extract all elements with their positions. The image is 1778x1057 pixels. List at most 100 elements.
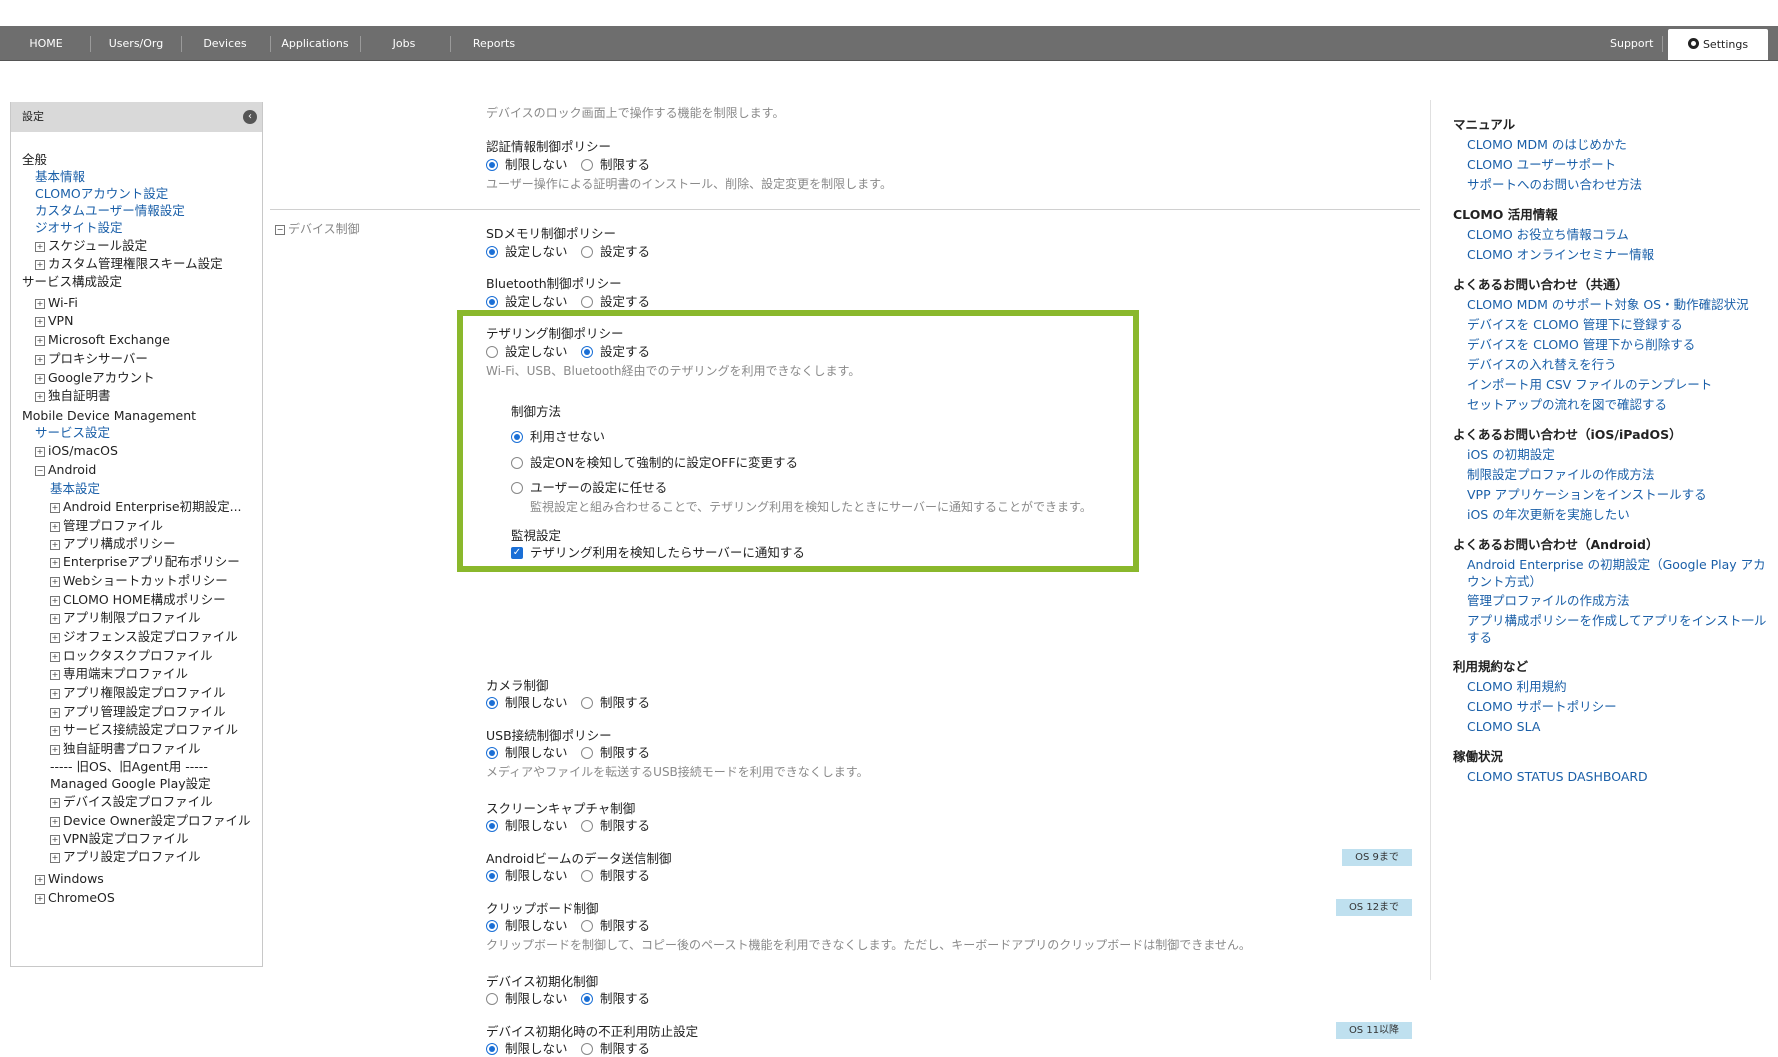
sidebar-item[interactable]: カスタムユーザー情報設定 xyxy=(35,202,185,219)
radio-on[interactable] xyxy=(581,820,593,832)
sidebar-item[interactable]: Mobile Device Management xyxy=(22,407,196,424)
radio-off[interactable] xyxy=(486,159,498,171)
collapse-minus-icon[interactable]: − xyxy=(275,225,285,235)
sidebar-item[interactable]: ジオサイト設定 xyxy=(35,219,123,236)
radio-off[interactable] xyxy=(486,296,498,308)
expand-plus-icon[interactable]: + xyxy=(50,614,60,624)
radio-on[interactable] xyxy=(581,1043,593,1055)
expand-plus-icon[interactable]: + xyxy=(50,798,60,808)
nav-home[interactable]: HOME xyxy=(16,26,76,60)
expand-plus-icon[interactable]: + xyxy=(50,726,60,736)
sidebar-item[interactable]: + アプリ制限プロファイル xyxy=(50,609,201,626)
expand-plus-icon[interactable]: + xyxy=(50,522,60,532)
expand-plus-icon[interactable]: + xyxy=(35,260,45,270)
radio-on[interactable] xyxy=(581,870,593,882)
expand-plus-icon[interactable]: + xyxy=(35,317,45,327)
sidebar-item[interactable]: − Android xyxy=(35,461,96,478)
expand-plus-icon[interactable]: + xyxy=(50,596,60,606)
sidebar-item[interactable]: + iOS/macOS xyxy=(35,442,118,459)
radio-on[interactable] xyxy=(581,159,593,171)
radio-off[interactable] xyxy=(486,820,498,832)
expand-plus-icon[interactable]: + xyxy=(50,558,60,568)
expand-plus-icon[interactable]: + xyxy=(50,817,60,827)
sidebar-item[interactable]: + ジオフェンス設定プロファイル xyxy=(50,628,238,645)
sidebar-item[interactable]: + 独自証明書プロファイル xyxy=(50,740,201,757)
help-link[interactable]: CLOMO お役立ち情報コラム xyxy=(1467,226,1629,243)
expand-plus-icon[interactable]: + xyxy=(50,745,60,755)
sidebar-item[interactable]: + アプリ設定プロファイル xyxy=(50,848,201,865)
expand-plus-icon[interactable]: + xyxy=(50,708,60,718)
radio-on[interactable] xyxy=(581,993,593,1005)
radio-on[interactable] xyxy=(581,697,593,709)
nav-settings-tab[interactable]: Settings xyxy=(1668,29,1768,60)
nav-users-org[interactable]: Users/Org xyxy=(100,26,172,60)
help-link[interactable]: CLOMO MDM のサポート対象 OS・動作確認状況 xyxy=(1467,296,1749,313)
expand-plus-icon[interactable]: + xyxy=(50,689,60,699)
sidebar-item[interactable]: + Wi-Fi xyxy=(35,294,78,311)
sidebar-item[interactable]: CLOMOアカウント設定 xyxy=(35,185,168,202)
sidebar-item[interactable]: サービス構成設定 xyxy=(22,273,122,290)
sidebar-item[interactable]: + アプリ構成ポリシー xyxy=(50,535,176,552)
expand-plus-icon[interactable]: + xyxy=(50,633,60,643)
sidebar-item[interactable]: + ChromeOS xyxy=(35,889,115,906)
sidebar-item[interactable]: サービス設定 xyxy=(35,424,110,441)
expand-plus-icon[interactable]: + xyxy=(50,503,60,513)
expand-plus-icon[interactable]: + xyxy=(50,853,60,863)
sidebar-item[interactable]: + VPN xyxy=(35,312,73,329)
expand-plus-icon[interactable]: + xyxy=(35,875,45,885)
sidebar-item[interactable]: + 独自証明書 xyxy=(35,387,111,404)
sidebar-item[interactable]: + 専用端末プロファイル xyxy=(50,665,188,682)
expand-plus-icon[interactable]: + xyxy=(35,242,45,252)
help-link[interactable]: iOS の年次更新を実施したい xyxy=(1467,506,1630,523)
help-link[interactable]: CLOMO オンラインセミナー情報 xyxy=(1467,246,1654,263)
expand-plus-icon[interactable]: + xyxy=(35,447,45,457)
sidebar-item[interactable]: + Windows xyxy=(35,870,104,887)
expand-plus-icon[interactable]: + xyxy=(35,392,45,402)
help-link[interactable]: CLOMO STATUS DASHBOARD xyxy=(1467,768,1648,785)
nav-devices[interactable]: Devices xyxy=(192,26,258,60)
sidebar-item[interactable]: ----- 旧OS、旧Agent用 ----- xyxy=(50,758,208,775)
radio-on[interactable] xyxy=(581,920,593,932)
help-link[interactable]: デバイスの入れ替えを行う xyxy=(1467,356,1617,373)
sidebar-item[interactable]: + Webショートカットポリシー xyxy=(50,572,228,589)
radio-on[interactable] xyxy=(581,296,593,308)
radio-off[interactable] xyxy=(486,697,498,709)
help-link[interactable]: 管理プロファイルの作成方法 xyxy=(1467,592,1630,609)
sidebar-item[interactable]: + Enterpriseアプリ配布ポリシー xyxy=(50,553,240,570)
sidebar-item[interactable]: + プロキシサーバー xyxy=(35,350,148,367)
sidebar-item[interactable]: 全般 xyxy=(22,151,47,168)
sidebar-item[interactable]: 基本情報 xyxy=(35,168,85,185)
radio-off[interactable] xyxy=(486,993,498,1005)
help-link[interactable]: アプリ構成ポリシーを作成してアプリをインスト一ルする xyxy=(1467,612,1767,646)
sidebar-item[interactable]: + 管理プロファイル xyxy=(50,517,163,534)
radio-off[interactable] xyxy=(486,1043,498,1055)
sidebar-item[interactable]: + Googleアカウント xyxy=(35,369,155,386)
help-link[interactable]: サポートへのお問い合わせ方法 xyxy=(1467,176,1642,193)
sidebar-item[interactable]: Managed Google Play設定 xyxy=(50,775,211,792)
expand-plus-icon[interactable]: + xyxy=(35,299,45,309)
expand-plus-icon[interactable]: + xyxy=(50,835,60,845)
sidebar-item[interactable]: + デバイス設定プロファイル xyxy=(50,793,213,810)
expand-plus-icon[interactable]: + xyxy=(50,577,60,587)
sidebar-item[interactable]: 基本設定 xyxy=(50,480,100,497)
nav-reports[interactable]: Reports xyxy=(462,26,526,60)
sidebar-item[interactable]: + サービス接続設定プロファイル xyxy=(50,721,238,738)
help-link[interactable]: CLOMO ユーザーサポート xyxy=(1467,156,1616,173)
sidebar-item[interactable]: + Device Owner設定プロファイル xyxy=(50,812,251,829)
help-link[interactable]: デバイスを CLOMO 管理下から削除する xyxy=(1467,336,1695,353)
sidebar-item[interactable]: + アプリ権限設定プロファイル xyxy=(50,684,226,701)
help-link[interactable]: iOS の初期設定 xyxy=(1467,446,1555,463)
radio-off[interactable] xyxy=(486,246,498,258)
radio-off[interactable] xyxy=(486,920,498,932)
help-link[interactable]: デバイスを CLOMO 管理下に登録する xyxy=(1467,316,1683,333)
radio-off[interactable] xyxy=(486,747,498,759)
sidebar-item[interactable]: + カスタム管理権限スキーム設定 xyxy=(35,255,223,272)
expand-plus-icon[interactable]: + xyxy=(35,894,45,904)
expand-plus-icon[interactable]: + xyxy=(35,336,45,346)
expand-plus-icon[interactable]: + xyxy=(35,355,45,365)
sidebar-item[interactable]: + Android Enterprise初期設定... xyxy=(50,498,242,515)
help-link[interactable]: CLOMO サポートポリシー xyxy=(1467,698,1617,715)
radio-on[interactable] xyxy=(581,246,593,258)
sidebar-item[interactable]: + アプリ管理設定プロファイル xyxy=(50,703,226,720)
nav-support[interactable]: Support xyxy=(1610,26,1653,60)
